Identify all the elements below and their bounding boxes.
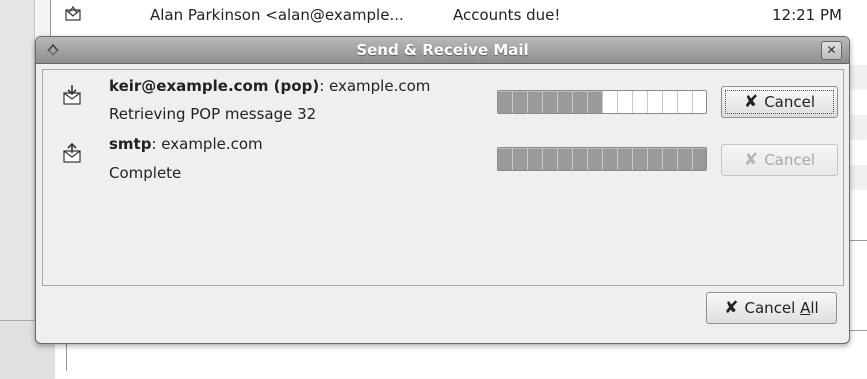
cancel-icon: ✘ (743, 149, 759, 170)
cancel-button-smtp[interactable]: ✘ Cancel (721, 144, 838, 176)
account-host-pop: : example.com (319, 77, 431, 95)
account-host-smtp: : example.com (151, 135, 263, 153)
dialog-titlebar[interactable]: Send & Receive Mail ✕ (36, 37, 849, 64)
account-title-smtp: smtp: example.com (109, 135, 263, 153)
cancel-label-smtp: Cancel (764, 151, 816, 169)
progress-bar-pop (497, 90, 707, 114)
message-subject: Accounts due! (453, 6, 561, 24)
account-title-pop: keir@example.com (pop): example.com (109, 77, 430, 95)
cancel-button-pop[interactable]: ✘ Cancel (721, 86, 838, 118)
mail-send-icon (61, 142, 83, 164)
account-status-smtp: Complete (109, 164, 182, 182)
message-row[interactable]: Alan Parkinson <alan@example... Accounts… (60, 0, 867, 36)
cancel-label-pop: Cancel (764, 93, 816, 111)
account-status-pop: Retrieving POP message 32 (109, 105, 317, 123)
cancel-all-label: Cancel All (744, 299, 819, 317)
progress-bar-smtp (497, 147, 707, 171)
account-name-pop: keir@example.com (pop) (109, 77, 320, 95)
account-name-smtp: smtp (109, 135, 152, 153)
cancel-all-button[interactable]: ✘ Cancel All (706, 292, 837, 324)
message-from: Alan Parkinson <alan@example... (150, 6, 404, 24)
send-receive-dialog: Send & Receive Mail ✕ keir@example.com (… (35, 36, 850, 344)
accounts-panel: keir@example.com (pop): example.com Retr… (42, 69, 844, 286)
mail-receive-icon (61, 84, 83, 106)
dialog-title: Send & Receive Mail (356, 41, 529, 59)
cancel-all-icon: ✘ (724, 297, 739, 318)
cancel-icon: ✘ (743, 91, 759, 112)
close-button[interactable]: ✕ (821, 41, 842, 60)
message-time: 12:21 PM (772, 6, 842, 24)
envelope-icon (64, 5, 82, 27)
